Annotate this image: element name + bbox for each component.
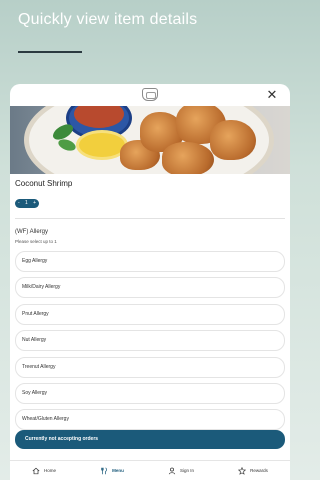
- item-photo: [10, 106, 290, 174]
- nav-rewards-label: Rewards: [250, 468, 268, 473]
- home-icon: [32, 467, 40, 474]
- close-button[interactable]: ✕: [264, 87, 280, 103]
- restaurant-logo-icon: [142, 88, 158, 101]
- option-pnut-allergy[interactable]: Pnut Allergy: [15, 303, 285, 325]
- modifier-options-list: Egg Allergy Milk/Dairy Allergy Pnut Alle…: [15, 251, 285, 436]
- nav-sign-in-label: Sign In: [180, 468, 195, 473]
- person-icon: [168, 467, 176, 474]
- modifier-group-subtitle: Please select up to 1: [15, 239, 57, 244]
- bottom-nav: Home Menu Sign In Rewards: [10, 460, 290, 480]
- option-wheat-gluten-allergy[interactable]: Wheat/Gluten Allergy: [15, 409, 285, 431]
- option-soy-allergy[interactable]: Soy Allergy: [15, 382, 285, 404]
- nav-sign-in[interactable]: Sign In: [168, 467, 194, 475]
- item-detail-sheet: ✕ Coconut Shrimp - 1 + (WF) Allergy Plea…: [10, 84, 290, 480]
- nav-menu-label: Menu: [112, 468, 124, 473]
- promo-underline: [18, 51, 82, 53]
- item-name: Coconut Shrimp: [15, 179, 73, 188]
- nav-home-label: Home: [44, 468, 57, 473]
- nav-menu[interactable]: Menu: [100, 467, 124, 475]
- sheet-header: ✕: [10, 84, 290, 106]
- quantity-stepper[interactable]: - 1 +: [15, 199, 39, 208]
- not-accepting-orders-banner: Currently not accepting orders: [15, 430, 285, 449]
- nav-rewards[interactable]: Rewards: [238, 466, 268, 475]
- option-nut-allergy[interactable]: Nut Allergy: [15, 330, 285, 352]
- nav-home[interactable]: Home: [32, 467, 56, 475]
- option-treenut-allergy[interactable]: Treenut Allergy: [15, 356, 285, 378]
- decrement-button[interactable]: -: [18, 199, 20, 208]
- fork-knife-icon: [101, 467, 108, 474]
- modifier-group-title: (WF) Allergy: [15, 229, 48, 235]
- star-icon: [238, 466, 247, 475]
- quantity-value: 1: [24, 200, 28, 206]
- promo-title: Quickly view item details: [18, 11, 198, 28]
- option-egg-allergy[interactable]: Egg Allergy: [15, 251, 285, 272]
- option-milk-dairy-allergy[interactable]: Milk/Dairy Allergy: [15, 277, 285, 299]
- divider: [15, 218, 285, 219]
- increment-button[interactable]: +: [33, 199, 36, 208]
